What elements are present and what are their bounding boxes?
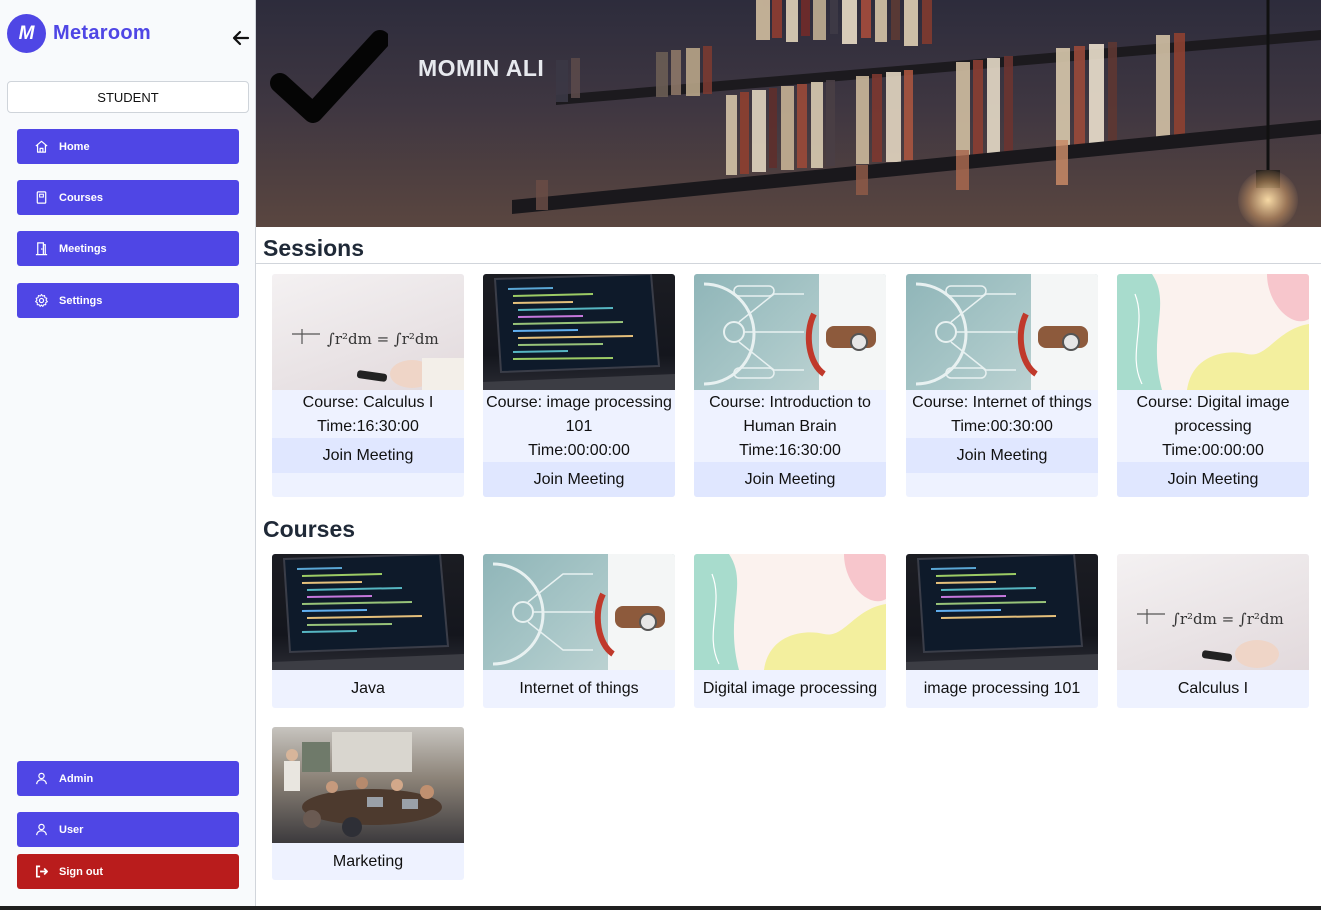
join-meeting-button[interactable]: Join Meeting xyxy=(906,438,1098,473)
course-name: Internet of things xyxy=(519,680,639,697)
window-bottom-edge xyxy=(0,906,1321,910)
whiteboard-image: ∫r²dm = ∫r²dm xyxy=(1137,609,1284,668)
session-time: Time:00:30:00 xyxy=(951,418,1053,435)
nav-settings-button[interactable]: Settings xyxy=(17,283,239,318)
brand-logo: M xyxy=(7,14,46,53)
session-card: Course: Introduction to Human Brain Time… xyxy=(694,274,886,497)
session-info: Course: Digital image processing Time:00… xyxy=(1117,390,1309,463)
svg-text:∫r²dm = ∫r²dm: ∫r²dm = ∫r²dm xyxy=(327,330,439,348)
pastel-shapes-image xyxy=(694,554,886,670)
session-time: Time:16:30:00 xyxy=(317,418,419,435)
user-icon xyxy=(33,771,49,787)
session-time: Time:00:00:00 xyxy=(528,442,630,459)
session-thumbnail xyxy=(483,274,675,390)
brand-name: Metaroom xyxy=(53,22,151,44)
book-icon xyxy=(33,190,49,206)
medical-infographic-image xyxy=(703,274,886,390)
lamp-glow xyxy=(1238,170,1298,227)
medical-infographic-image xyxy=(915,274,1098,390)
session-thumbnail xyxy=(1117,274,1309,390)
course-thumbnail: ∫r²dm = ∫r²dm xyxy=(1117,554,1309,670)
medical-infographic-image xyxy=(492,554,675,670)
sessions-title: Sessions xyxy=(263,235,364,261)
join-meeting-button[interactable]: Join Meeting xyxy=(1117,462,1309,497)
checkmark-icon xyxy=(270,30,388,123)
nav-courses-label: Courses xyxy=(59,191,104,204)
session-info: Course: Internet of things Time:00:30:00 xyxy=(906,390,1098,439)
session-card: ∫r²dm = ∫r²dm Course: Calculus I Time:16… xyxy=(272,274,464,497)
session-thumbnail xyxy=(906,274,1098,390)
user-icon xyxy=(33,822,49,838)
bookshelf-background xyxy=(512,0,1321,214)
session-info: Course: image processing 101 Time:00:00:… xyxy=(483,390,675,463)
session-thumbnail xyxy=(694,274,886,390)
course-card[interactable]: Marketing xyxy=(272,727,464,880)
course-card[interactable]: ∫r²dm = ∫r²dm Calculus I xyxy=(1117,554,1309,708)
join-meeting-button[interactable]: Join Meeting xyxy=(483,462,675,497)
session-course: Course: Digital image processing xyxy=(1136,394,1290,435)
whiteboard-image: ∫r²dm = ∫r²dm xyxy=(292,329,464,390)
profile-banner: MOMIN ALI xyxy=(256,0,1321,227)
sign-out-label: Sign out xyxy=(59,865,103,878)
nav-home-button[interactable]: Home xyxy=(17,129,239,164)
nav-admin-label: Admin xyxy=(59,772,94,785)
nav-user-button[interactable]: User xyxy=(17,812,239,847)
session-course: Course: image processing 101 xyxy=(486,394,672,435)
sign-out-icon xyxy=(33,864,49,880)
course-name: Calculus I xyxy=(1177,680,1249,697)
course-thumbnail xyxy=(272,554,464,670)
course-thumbnail xyxy=(483,554,675,670)
course-name: Digital image processing xyxy=(702,680,878,697)
home-icon xyxy=(33,139,49,155)
join-meeting-button[interactable]: Join Meeting xyxy=(272,438,464,473)
join-meeting-button[interactable]: Join Meeting xyxy=(694,462,886,497)
role-indicator: STUDENT xyxy=(7,81,249,113)
session-course: Course: Internet of things xyxy=(912,394,1092,411)
code-laptop-image xyxy=(272,554,464,670)
sidebar: M Metaroom STUDENT Home Courses Meetings… xyxy=(0,0,256,906)
arrow-left-icon xyxy=(232,30,250,46)
code-laptop-image xyxy=(906,554,1098,670)
nav-meetings-button[interactable]: Meetings xyxy=(17,231,239,266)
user-name: MOMIN ALI xyxy=(418,55,545,81)
nav-admin-button[interactable]: Admin xyxy=(17,761,239,796)
session-time: Time:16:30:00 xyxy=(739,442,841,459)
course-thumbnail xyxy=(906,554,1098,670)
session-info: Course: Calculus I Time:16:30:00 xyxy=(272,390,464,439)
gear-icon xyxy=(33,293,49,309)
session-course: Course: Introduction to Human Brain xyxy=(709,394,871,435)
course-name: Marketing xyxy=(332,852,404,870)
course-card[interactable]: Java xyxy=(272,554,464,708)
nav-meetings-label: Meetings xyxy=(59,242,107,255)
session-card: Course: Internet of things Time:00:30:00… xyxy=(906,274,1098,497)
sessions-divider xyxy=(256,263,1321,264)
session-card: Course: image processing 101 Time:00:00:… xyxy=(483,274,675,497)
pastel-shapes-image xyxy=(1117,274,1309,390)
course-thumbnail xyxy=(694,554,886,670)
course-name: Java xyxy=(351,680,385,697)
courses-title: Courses xyxy=(263,516,356,542)
door-icon xyxy=(33,241,49,257)
nav-courses-button[interactable]: Courses xyxy=(17,180,239,215)
course-card[interactable]: Digital image processing xyxy=(694,554,886,708)
sign-out-button[interactable]: Sign out xyxy=(17,854,239,889)
nav-settings-label: Settings xyxy=(59,294,103,307)
svg-text:∫r²dm = ∫r²dm: ∫r²dm = ∫r²dm xyxy=(1172,610,1284,628)
collapse-sidebar-button[interactable] xyxy=(231,28,251,48)
nav-user-label: User xyxy=(59,823,84,836)
session-info: Course: Introduction to Human Brain Time… xyxy=(694,390,886,463)
nav-home-label: Home xyxy=(59,140,90,153)
course-name: image processing 101 xyxy=(923,680,1081,697)
meeting-room-image xyxy=(284,732,442,837)
course-card[interactable]: image processing 101 xyxy=(906,554,1098,708)
session-card: Course: Digital image processing Time:00… xyxy=(1117,274,1309,497)
code-laptop-image xyxy=(483,274,675,390)
course-thumbnail xyxy=(272,727,464,843)
session-course: Course: Calculus I xyxy=(302,394,434,411)
course-card[interactable]: Internet of things xyxy=(483,554,675,708)
session-time: Time:00:00:00 xyxy=(1162,442,1264,459)
session-thumbnail: ∫r²dm = ∫r²dm xyxy=(272,274,464,390)
brand[interactable]: M Metaroom xyxy=(7,14,151,53)
main-content: MOMIN ALI Sessions ∫r²dm = ∫r²dm Course:… xyxy=(256,0,1321,906)
